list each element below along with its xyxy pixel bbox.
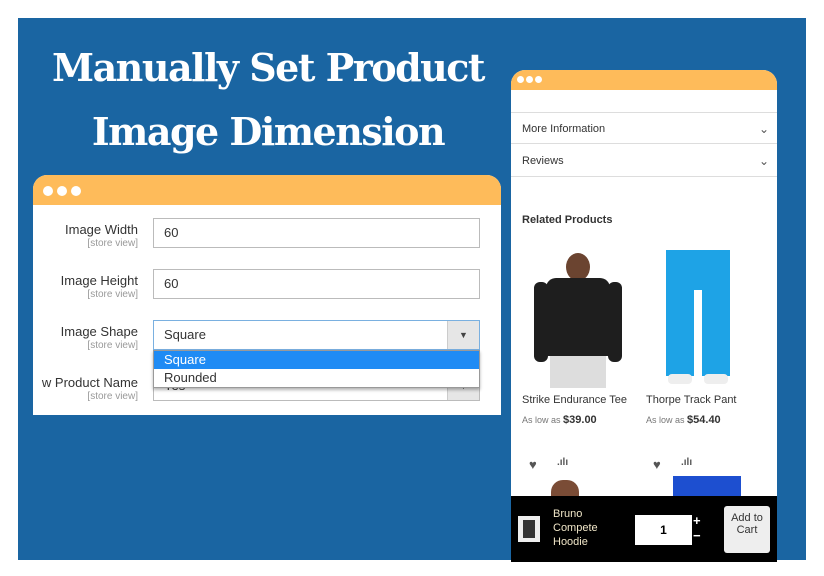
image-width-row: Image Width [store view] 60 <box>33 218 501 258</box>
product-price: As low as $54.40 <box>646 414 766 426</box>
field-label: Image Height <box>60 273 138 288</box>
accordion-label: Reviews <box>522 155 564 167</box>
compare-icon[interactable]: .ılı <box>681 457 692 468</box>
product-price: As low as $39.00 <box>522 414 642 426</box>
product-image-partial <box>673 476 741 498</box>
window-dots-icon <box>517 76 542 83</box>
wishlist-icon[interactable]: ♥ <box>529 457 537 472</box>
window-titlebar <box>511 70 777 90</box>
field-label: w Product Name <box>41 375 138 390</box>
price-value: $39.00 <box>563 414 597 426</box>
config-window: Image Width [store view] 60 Image Height… <box>33 175 501 415</box>
quantity-input[interactable]: 1 <box>635 515 692 545</box>
wishlist-icon[interactable]: ♥ <box>653 457 661 472</box>
related-products-title: Related Products <box>522 214 613 226</box>
sticky-product-name: Bruno Compete Hoodie <box>553 508 598 548</box>
accordion-reviews[interactable]: Reviews ⌄ <box>511 145 777 177</box>
product-name[interactable]: Strike Endurance Tee <box>522 394 642 406</box>
scope-label: [store view] <box>87 289 138 300</box>
scope-label: [store view] <box>87 340 138 351</box>
shape-dropdown: Square Rounded <box>153 350 480 388</box>
chevron-down-icon: ⌄ <box>758 122 769 136</box>
as-low-label: As low as <box>522 415 561 425</box>
quantity-plus-button[interactable]: + <box>693 513 701 528</box>
as-low-label: As low as <box>646 415 685 425</box>
option-rounded[interactable]: Rounded <box>154 369 479 387</box>
quantity-minus-button[interactable]: − <box>693 528 701 543</box>
product-card[interactable]: Thorpe Track Pant As low as $54.40 <box>646 248 766 426</box>
scope-label: [store view] <box>87 238 138 249</box>
sticky-add-to-cart-bar: Bruno Compete Hoodie 1 + − Add to Cart <box>511 496 777 562</box>
storefront-window: More Information ⌄ Reviews ⌄ Related Produ… <box>511 70 777 562</box>
chevron-down-icon: ⌄ <box>758 154 769 168</box>
field-label: Image Width <box>65 222 138 237</box>
product-name[interactable]: Thorpe Track Pant <box>646 394 766 406</box>
chevron-down-icon[interactable]: ▼ <box>447 321 479 349</box>
product-card[interactable]: Strike Endurance Tee As low as $39.00 <box>522 248 642 426</box>
add-to-cart-button[interactable]: Add to Cart <box>724 506 770 553</box>
price-value: $54.40 <box>687 414 721 426</box>
product-thumbnail <box>518 516 540 542</box>
image-shape-select[interactable]: Square ▼ <box>153 320 480 350</box>
window-dots-icon <box>43 186 81 196</box>
compare-icon[interactable]: .ılı <box>557 457 568 468</box>
image-height-row: Image Height [store view] 60 <box>33 269 501 309</box>
page-title: Manually Set Product Image Dimension <box>52 45 485 154</box>
window-titlebar <box>33 175 501 205</box>
accordion-more-information[interactable]: More Information ⌄ <box>511 112 777 144</box>
option-square[interactable]: Square <box>154 351 479 369</box>
image-width-input[interactable]: 60 <box>153 218 480 248</box>
image-height-input[interactable]: 60 <box>153 269 480 299</box>
product-image-pant[interactable] <box>646 248 766 388</box>
scope-label: [store view] <box>87 391 138 402</box>
field-label: Image Shape <box>60 324 138 339</box>
accordion-label: More Information <box>522 123 606 135</box>
product-image-tee[interactable] <box>522 248 642 388</box>
selected-value: Square <box>164 327 206 342</box>
